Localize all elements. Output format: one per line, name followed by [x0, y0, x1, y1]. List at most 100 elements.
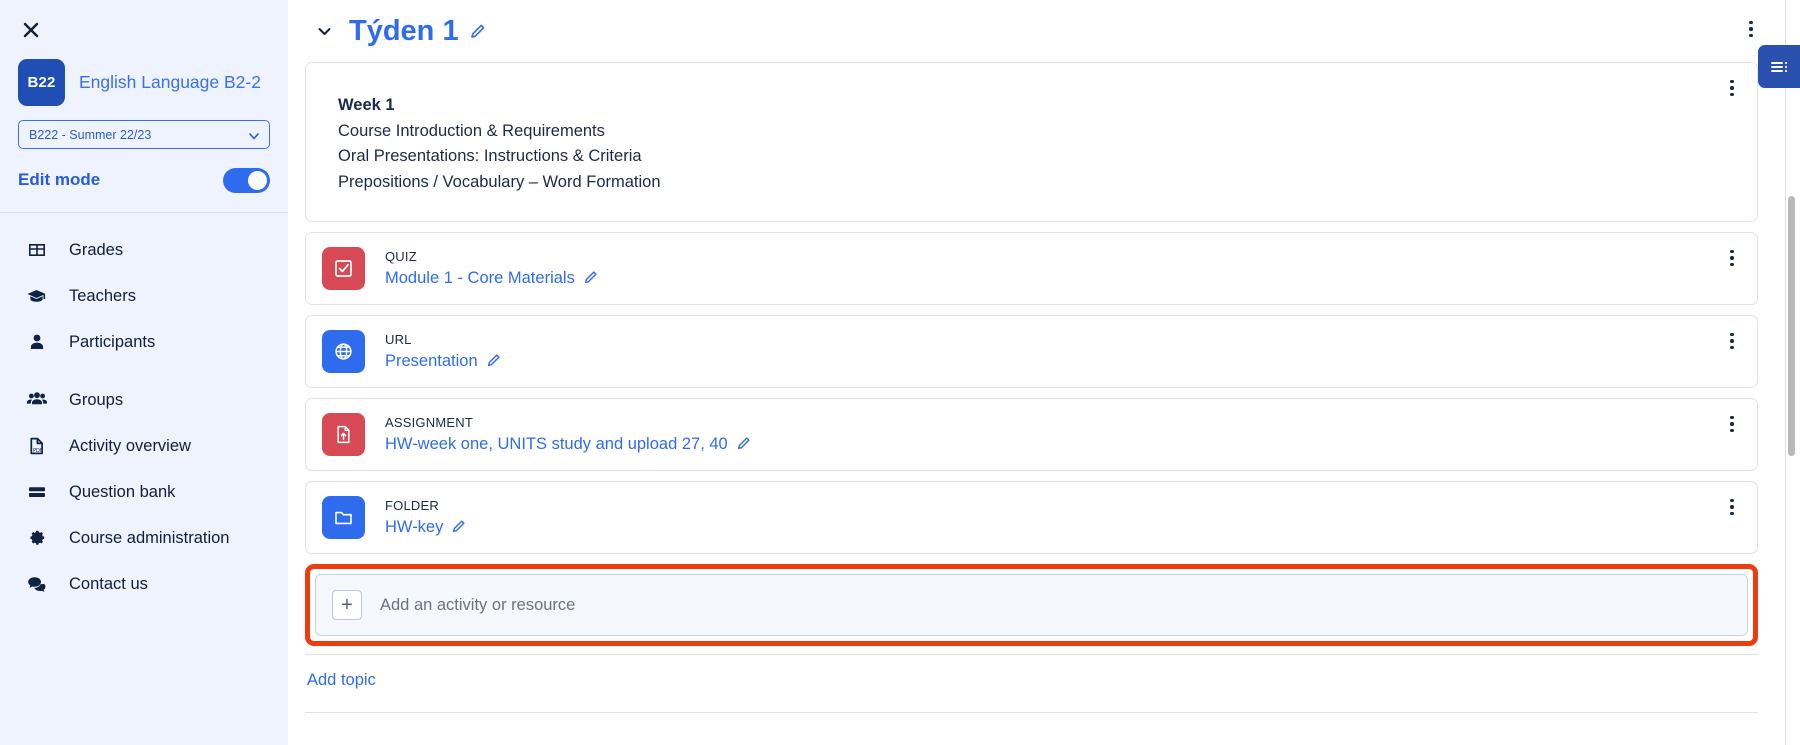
course-badge: B22	[18, 58, 65, 106]
sidebar-item-label: Grades	[69, 240, 124, 259]
activity-actions-menu[interactable]	[1719, 245, 1745, 271]
sidebar-item-grades[interactable]: Grades	[0, 227, 288, 273]
pdf-document-icon: PDF	[24, 434, 49, 459]
page-scrollbar-track[interactable]	[1786, 0, 1798, 745]
term-select[interactable]: B222 - Summer 22/23	[18, 120, 270, 149]
folder-icon	[322, 496, 365, 539]
page-scrollbar-thumb[interactable]	[1788, 196, 1795, 456]
activity-actions-menu[interactable]	[1719, 494, 1745, 520]
activity-type: QUIZ	[385, 248, 417, 264]
sidebar-item-activity-overview[interactable]: PDF Activity overview	[0, 423, 288, 469]
activity-link[interactable]: Module 1 - Core Materials	[385, 267, 575, 289]
section-header: Týden 1	[305, 0, 1800, 62]
svg-text:PDF: PDF	[33, 448, 43, 454]
activity-card-quiz[interactable]: QUIZ Module 1 - Core Materials	[305, 232, 1758, 305]
kebab-dot	[1730, 332, 1734, 337]
edit-mode-toggle[interactable]	[223, 167, 270, 193]
edit-pencil-icon[interactable]	[486, 353, 501, 368]
sidebar-item-question-bank[interactable]: Question bank	[0, 469, 288, 515]
sidebar-item-label: Groups	[69, 390, 124, 409]
activity-name-row: HW-key	[385, 516, 466, 538]
activity-text: FOLDER HW-key	[385, 498, 466, 538]
quiz-checkbox-icon	[322, 247, 365, 290]
activity-card-assignment[interactable]: ASSIGNMENT HW-week one, UNITS study and …	[305, 398, 1758, 471]
kebab-dot	[1730, 422, 1734, 426]
activity-name-row: Module 1 - Core Materials	[385, 267, 598, 289]
add-topic-link[interactable]: Add topic	[307, 671, 376, 689]
kebab-dot	[1730, 79, 1734, 84]
add-activity-highlight: + Add an activity or resource	[305, 564, 1758, 646]
activity-link[interactable]: Presentation	[385, 350, 478, 372]
person-icon	[24, 330, 49, 355]
sidebar-item-groups[interactable]: Groups	[0, 377, 288, 423]
edit-pencil-icon[interactable]	[583, 270, 598, 285]
kebab-dot	[1730, 249, 1734, 254]
activity-actions-menu[interactable]	[1719, 411, 1745, 437]
assignment-upload-icon	[322, 413, 365, 456]
summary-line: Week 1	[338, 96, 395, 114]
activity-name-row: Presentation	[385, 350, 501, 372]
edit-pencil-icon[interactable]	[451, 519, 466, 534]
kebab-dot	[1730, 86, 1734, 90]
page-title: Týden 1	[349, 15, 459, 47]
chat-bubbles-icon	[24, 572, 49, 597]
question-bank-icon	[24, 480, 49, 505]
people-group-icon	[24, 388, 49, 413]
add-activity-label: Add an activity or resource	[380, 595, 576, 614]
kebab-dot	[1749, 27, 1753, 31]
edit-pencil-icon[interactable]	[736, 436, 751, 451]
kebab-dot	[1730, 262, 1734, 267]
summary-actions-menu[interactable]	[1719, 75, 1745, 101]
activity-text: QUIZ Module 1 - Core Materials	[385, 249, 598, 289]
sidebar-item-course-administration[interactable]: Course administration	[0, 515, 288, 561]
kebab-dot	[1730, 345, 1734, 350]
activity-link[interactable]: HW-week one, UNITS study and upload 27, …	[385, 433, 728, 455]
edit-mode-label: Edit mode	[18, 170, 101, 189]
divider	[305, 712, 1758, 713]
summary-line: Oral Presentations: Instructions & Crite…	[338, 147, 642, 165]
kebab-dot	[1749, 33, 1753, 38]
summary-line: Prepositions / Vocabulary – Word Formati…	[338, 172, 661, 191]
sidebar-item-label: Participants	[69, 332, 156, 351]
sidebar-item-label: Teachers	[69, 286, 136, 305]
section-summary-card: Week 1 Course Introduction & Requirement…	[305, 62, 1758, 222]
edit-pencil-icon[interactable]	[469, 23, 486, 40]
edit-mode-row: Edit mode	[18, 165, 270, 195]
kebab-dot	[1730, 511, 1734, 516]
activity-type: ASSIGNMENT	[385, 414, 473, 430]
kebab-dot	[1730, 339, 1734, 343]
sidebar-item-teachers[interactable]: Teachers	[0, 273, 288, 319]
sidebar-item-contact-us[interactable]: Contact us	[0, 561, 288, 607]
sidebar-item-label: Course administration	[69, 528, 230, 547]
section-actions-menu[interactable]	[1738, 16, 1764, 42]
activity-card-url[interactable]: URL Presentation	[305, 315, 1758, 388]
gear-icon	[24, 526, 49, 551]
close-icon[interactable]	[18, 17, 44, 43]
add-topic-row: Add topic	[305, 655, 1758, 706]
grades-table-icon	[24, 238, 49, 263]
add-activity-button[interactable]: + Add an activity or resource	[315, 574, 1748, 636]
app-root: B22 English Language B2-2 B222 - Summer …	[0, 0, 1800, 745]
course-header[interactable]: B22 English Language B2-2	[0, 52, 288, 108]
activity-actions-menu[interactable]	[1719, 328, 1745, 354]
kebab-dot	[1730, 92, 1734, 97]
activity-link[interactable]: HW-key	[385, 516, 443, 538]
activity-text: URL Presentation	[385, 332, 501, 372]
section-content: Week 1 Course Introduction & Requirement…	[305, 62, 1800, 713]
sidebar-item-label: Contact us	[69, 574, 148, 593]
course-title[interactable]: English Language B2-2	[79, 71, 261, 93]
chevron-down-icon[interactable]	[313, 20, 335, 42]
kebab-dot	[1749, 20, 1753, 25]
block-drawer-toggle-button[interactable]	[1758, 45, 1800, 88]
activity-card-folder[interactable]: FOLDER HW-key	[305, 481, 1758, 554]
sidebar-item-participants[interactable]: Participants	[0, 319, 288, 365]
course-index-sidebar: B22 English Language B2-2 B222 - Summer …	[0, 0, 288, 745]
summary-line: Course Introduction & Requirements	[338, 121, 605, 140]
kebab-dot	[1730, 498, 1734, 503]
activity-type: URL	[385, 331, 412, 347]
activity-text: ASSIGNMENT HW-week one, UNITS study and …	[385, 415, 751, 455]
term-select-wrapper: B222 - Summer 22/23	[18, 120, 270, 149]
sidebar-close-row	[0, 8, 288, 52]
kebab-dot	[1730, 415, 1734, 420]
